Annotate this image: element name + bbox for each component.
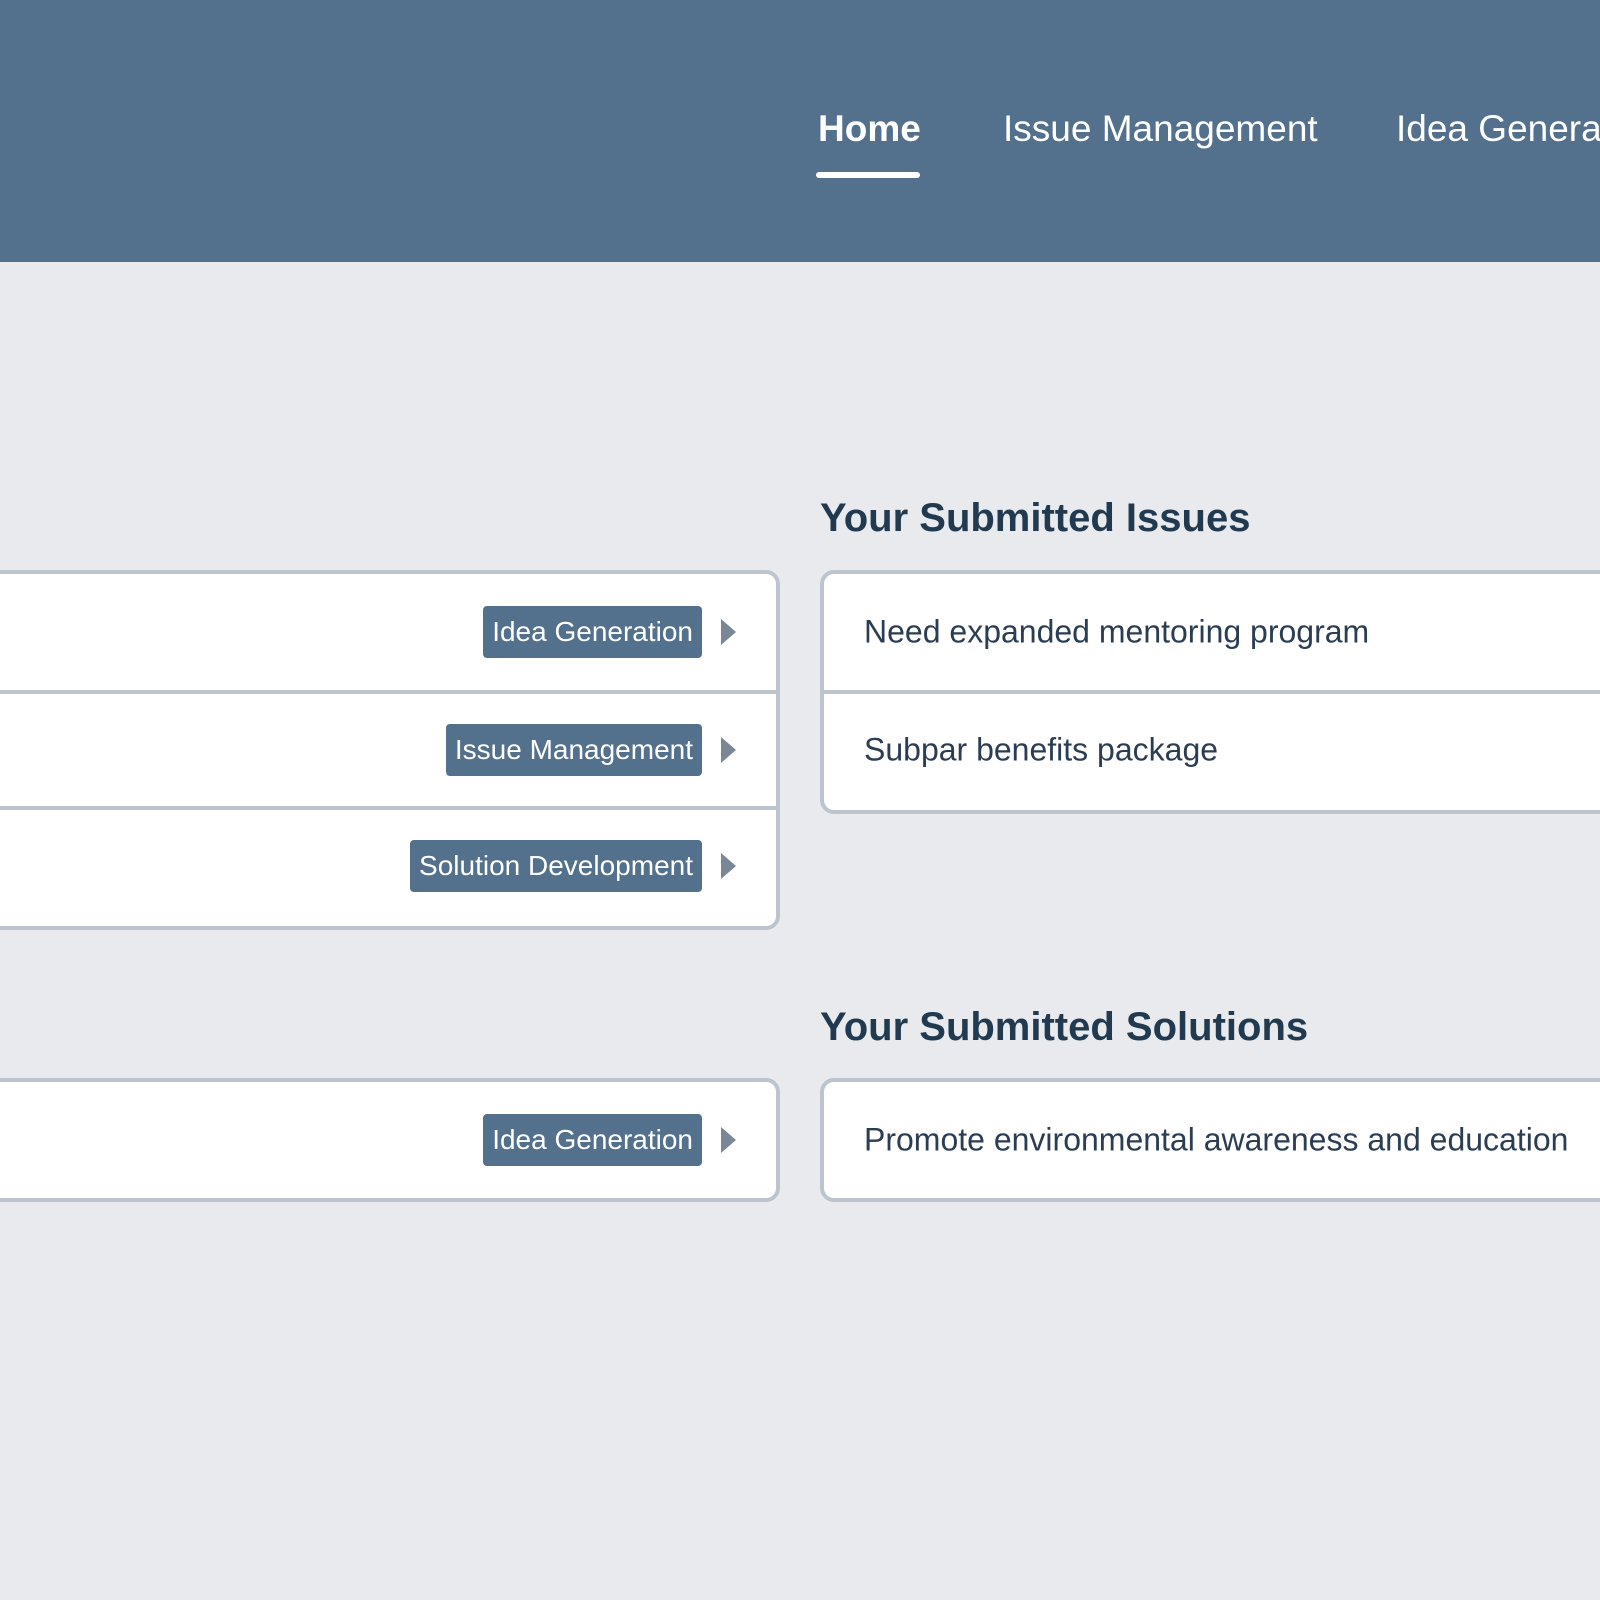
category-tag: Issue Management: [445, 724, 702, 776]
solution-item[interactable]: Promote environmental awareness and educ…: [824, 1082, 1600, 1198]
submitted-solutions-list: Promote environmental awareness and educ…: [820, 1078, 1600, 1202]
category-tag: Idea Generation: [483, 606, 702, 658]
caret-right-icon[interactable]: [721, 853, 736, 879]
issue-title: Need expanded mentoring program: [864, 613, 1370, 650]
caret-right-icon[interactable]: [721, 1127, 736, 1153]
issue-item[interactable]: Need expanded mentoring program: [824, 574, 1600, 690]
caret-right-icon[interactable]: [721, 619, 736, 645]
list-item[interactable]: Solution Development: [0, 806, 776, 922]
category-tag: Idea Generation: [483, 1114, 702, 1166]
nav-tab-issue-management[interactable]: Issue Management: [1003, 108, 1318, 150]
nav-tab-idea-generation[interactable]: Idea Generat: [1396, 108, 1600, 150]
issue-title: Subpar benefits package: [864, 731, 1219, 768]
top-navigation-bar: Home Issue Management Idea Generat: [0, 0, 1600, 262]
submitted-solutions-title: Your Submitted Solutions: [820, 1005, 1309, 1049]
list-item[interactable]: Issue Management: [0, 690, 776, 806]
list-item[interactable]: Idea Generation: [0, 1082, 776, 1198]
submitted-issues-title: Your Submitted Issues: [820, 496, 1251, 540]
solutions-category-list: Idea Generation: [0, 1078, 780, 1202]
issue-item[interactable]: Subpar benefits package: [824, 690, 1600, 806]
caret-right-icon[interactable]: [721, 737, 736, 763]
active-tab-indicator: [816, 172, 920, 178]
issues-category-list: Idea Generation Issue Management Solutio…: [0, 570, 780, 930]
category-tag: Solution Development: [410, 840, 702, 892]
list-item[interactable]: Idea Generation: [0, 574, 776, 690]
solution-title: Promote environmental awareness and educ…: [864, 1121, 1569, 1158]
nav-tab-home[interactable]: Home: [818, 108, 921, 150]
submitted-issues-list: Need expanded mentoring program Subpar b…: [820, 570, 1600, 814]
